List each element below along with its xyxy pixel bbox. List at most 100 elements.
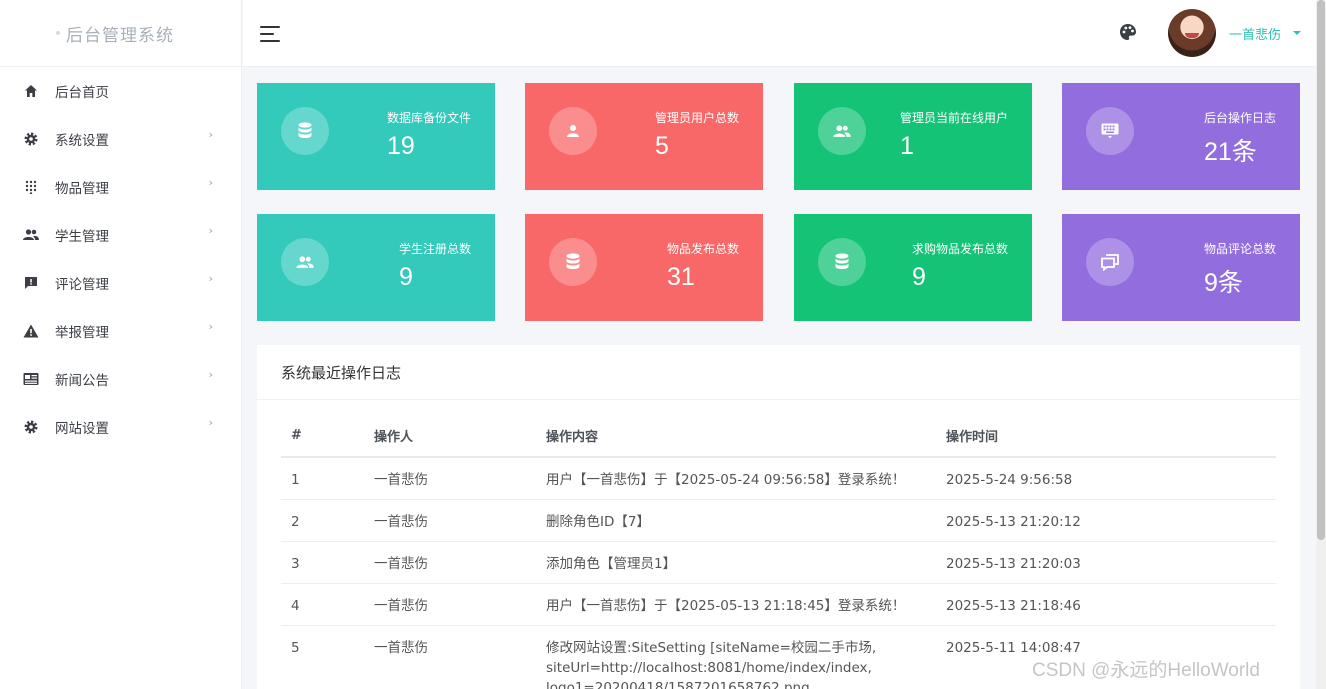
- sidebar-item-label: 系统设置: [55, 133, 109, 149]
- stat-value: 31: [666, 263, 695, 291]
- chevron-right-icon: ›: [208, 368, 213, 381]
- sidebar-item-comments[interactable]: 评论管理 ›: [0, 259, 241, 307]
- users-icon: [818, 107, 866, 155]
- operation-log-table: # 操作人 操作内容 操作时间 1 一首悲伤 用户【一首悲伤】于【2025-05…: [281, 414, 1276, 689]
- stat-card-wanted-published[interactable]: 求购物品发布总数 9: [794, 214, 1032, 321]
- scrollbar-thumb[interactable]: [1317, 0, 1325, 540]
- caret-down-icon[interactable]: [1293, 31, 1301, 35]
- sidebar: 后台管理系统 后台首页 系统设置 › 物品管理 › 学生管理 › 评论管理 › …: [0, 0, 242, 689]
- stat-value: 5: [654, 132, 669, 160]
- brand[interactable]: 后台管理系统: [0, 0, 241, 67]
- sidebar-item-system-settings[interactable]: 系统设置 ›: [0, 115, 241, 163]
- chevron-right-icon: ›: [208, 272, 213, 285]
- sidebar-item-students[interactable]: 学生管理 ›: [0, 211, 241, 259]
- column-header: 操作内容: [546, 414, 946, 458]
- cell-index: 1: [281, 457, 374, 500]
- stat-label: 管理员用户总数: [654, 111, 739, 125]
- cell-operator: 一首悲伤: [374, 583, 546, 626]
- sidebar-item-reports[interactable]: 举报管理 ›: [0, 307, 241, 355]
- sidebar-item-label: 物品管理: [55, 181, 109, 197]
- sidebar-item-news[interactable]: 新闻公告 ›: [0, 355, 241, 403]
- sidebar-item-label: 学生管理: [55, 229, 109, 245]
- cell-operator: 一首悲伤: [374, 457, 546, 500]
- stat-value: 9: [398, 263, 413, 291]
- comment-alert-icon: [22, 274, 40, 292]
- database-icon: [549, 238, 597, 286]
- sidebar-item-home[interactable]: 后台首页: [0, 67, 241, 115]
- cell-time: 2025-5-24 9:56:58: [946, 457, 1276, 500]
- hamburger-icon[interactable]: [260, 26, 280, 42]
- stat-label: 后台操作日志: [1203, 111, 1276, 125]
- keyboard-icon: [1086, 107, 1134, 155]
- stat-label: 求购物品发布总数: [911, 242, 1008, 256]
- sidebar-item-label: 新闻公告: [55, 373, 109, 389]
- sidebar-item-label: 后台首页: [55, 85, 109, 101]
- stat-card-goods-comments[interactable]: 物品评论总数 9条: [1062, 214, 1300, 321]
- gear-icon: [22, 130, 40, 148]
- users-icon: [22, 226, 40, 244]
- sidebar-item-label: 举报管理: [55, 325, 109, 341]
- cell-index: 4: [281, 583, 374, 626]
- database-icon: [281, 107, 329, 155]
- table-row: 1 一首悲伤 用户【一首悲伤】于【2025-05-24 09:56:58】登录系…: [281, 457, 1276, 500]
- sidebar-item-site-settings[interactable]: 网站设置 ›: [0, 403, 241, 451]
- cell-content: 用户【一首悲伤】于【2025-05-13 21:18:45】登录系统！: [546, 583, 946, 626]
- stat-label: 物品发布总数: [666, 242, 739, 256]
- cell-content: 修改网站设置:SiteSetting [siteName=校园二手市场, sit…: [546, 625, 946, 689]
- gear-icon: [22, 418, 40, 436]
- chevron-right-icon: ›: [208, 320, 213, 333]
- chevron-right-icon: ›: [208, 416, 213, 429]
- palette-icon[interactable]: [1119, 23, 1139, 43]
- stat-label: 数据库备份文件: [386, 111, 471, 125]
- home-icon: [22, 82, 40, 100]
- stat-value: 21条: [1203, 138, 1257, 166]
- watermark: CSDN @永远的HelloWorld: [1032, 660, 1260, 681]
- stat-card-db-backups[interactable]: 数据库备份文件 19: [257, 83, 495, 190]
- table-row: 4 一首悲伤 用户【一首悲伤】于【2025-05-13 21:18:45】登录系…: [281, 583, 1276, 626]
- stat-card-goods-published[interactable]: 物品发布总数 31: [525, 214, 763, 321]
- sidebar-item-goods[interactable]: 物品管理 ›: [0, 163, 241, 211]
- brand-logo: [56, 31, 60, 35]
- stat-card-operation-logs[interactable]: 后台操作日志 21条: [1062, 83, 1300, 190]
- avatar[interactable]: [1168, 9, 1216, 57]
- table-row: 3 一首悲伤 添加角色【管理员1】 2025-5-13 21:20:03: [281, 541, 1276, 584]
- sidebar-menu: 后台首页 系统设置 › 物品管理 › 学生管理 › 评论管理 › 举报管理 › …: [0, 67, 241, 451]
- table-row: 2 一首悲伤 删除角色ID【7】 2025-5-13 21:20:12: [281, 499, 1276, 542]
- cell-time: 2025-5-13 21:20:12: [946, 499, 1276, 542]
- stat-value: 1: [899, 132, 914, 160]
- stat-value: 9条: [1203, 269, 1243, 297]
- cell-operator: 一首悲伤: [374, 541, 546, 584]
- stat-value: 19: [386, 132, 415, 160]
- cell-content: 添加角色【管理员1】: [546, 541, 946, 584]
- stat-label: 学生注册总数: [398, 242, 471, 256]
- stat-label: 管理员当前在线用户: [899, 111, 1008, 125]
- stat-card-admin-users[interactable]: 管理员用户总数 5: [525, 83, 763, 190]
- cell-content: 用户【一首悲伤】于【2025-05-24 09:56:58】登录系统！: [546, 457, 946, 500]
- cell-index: 5: [281, 625, 374, 689]
- scrollbar[interactable]: [1316, 0, 1326, 689]
- chat-icon: [1086, 238, 1134, 286]
- stat-card-online-admins[interactable]: 管理员当前在线用户 1: [794, 83, 1032, 190]
- cell-content: 删除角色ID【7】: [546, 499, 946, 542]
- column-header: 操作人: [374, 414, 546, 458]
- table-header-row: # 操作人 操作内容 操作时间: [281, 414, 1276, 458]
- username[interactable]: 一首悲伤: [1229, 24, 1281, 43]
- stat-value: 9: [911, 263, 926, 291]
- chevron-right-icon: ›: [208, 128, 213, 141]
- database-icon: [818, 238, 866, 286]
- warning-icon: [22, 322, 40, 340]
- user-icon: [549, 107, 597, 155]
- cell-operator: 一首悲伤: [374, 625, 546, 689]
- sidebar-item-label: 评论管理: [55, 277, 109, 293]
- chevron-right-icon: ›: [208, 176, 213, 189]
- brand-title: 后台管理系统: [66, 25, 174, 46]
- column-header: 操作时间: [946, 414, 1276, 458]
- topbar: 一首悲伤: [243, 0, 1316, 67]
- cell-time: 2025-5-13 21:18:46: [946, 583, 1276, 626]
- stat-label: 物品评论总数: [1203, 242, 1276, 256]
- cell-index: 3: [281, 541, 374, 584]
- users-icon: [281, 238, 329, 286]
- cell-operator: 一首悲伤: [374, 499, 546, 542]
- newspaper-icon: [22, 370, 40, 388]
- stat-card-student-registrations[interactable]: 学生注册总数 9: [257, 214, 495, 321]
